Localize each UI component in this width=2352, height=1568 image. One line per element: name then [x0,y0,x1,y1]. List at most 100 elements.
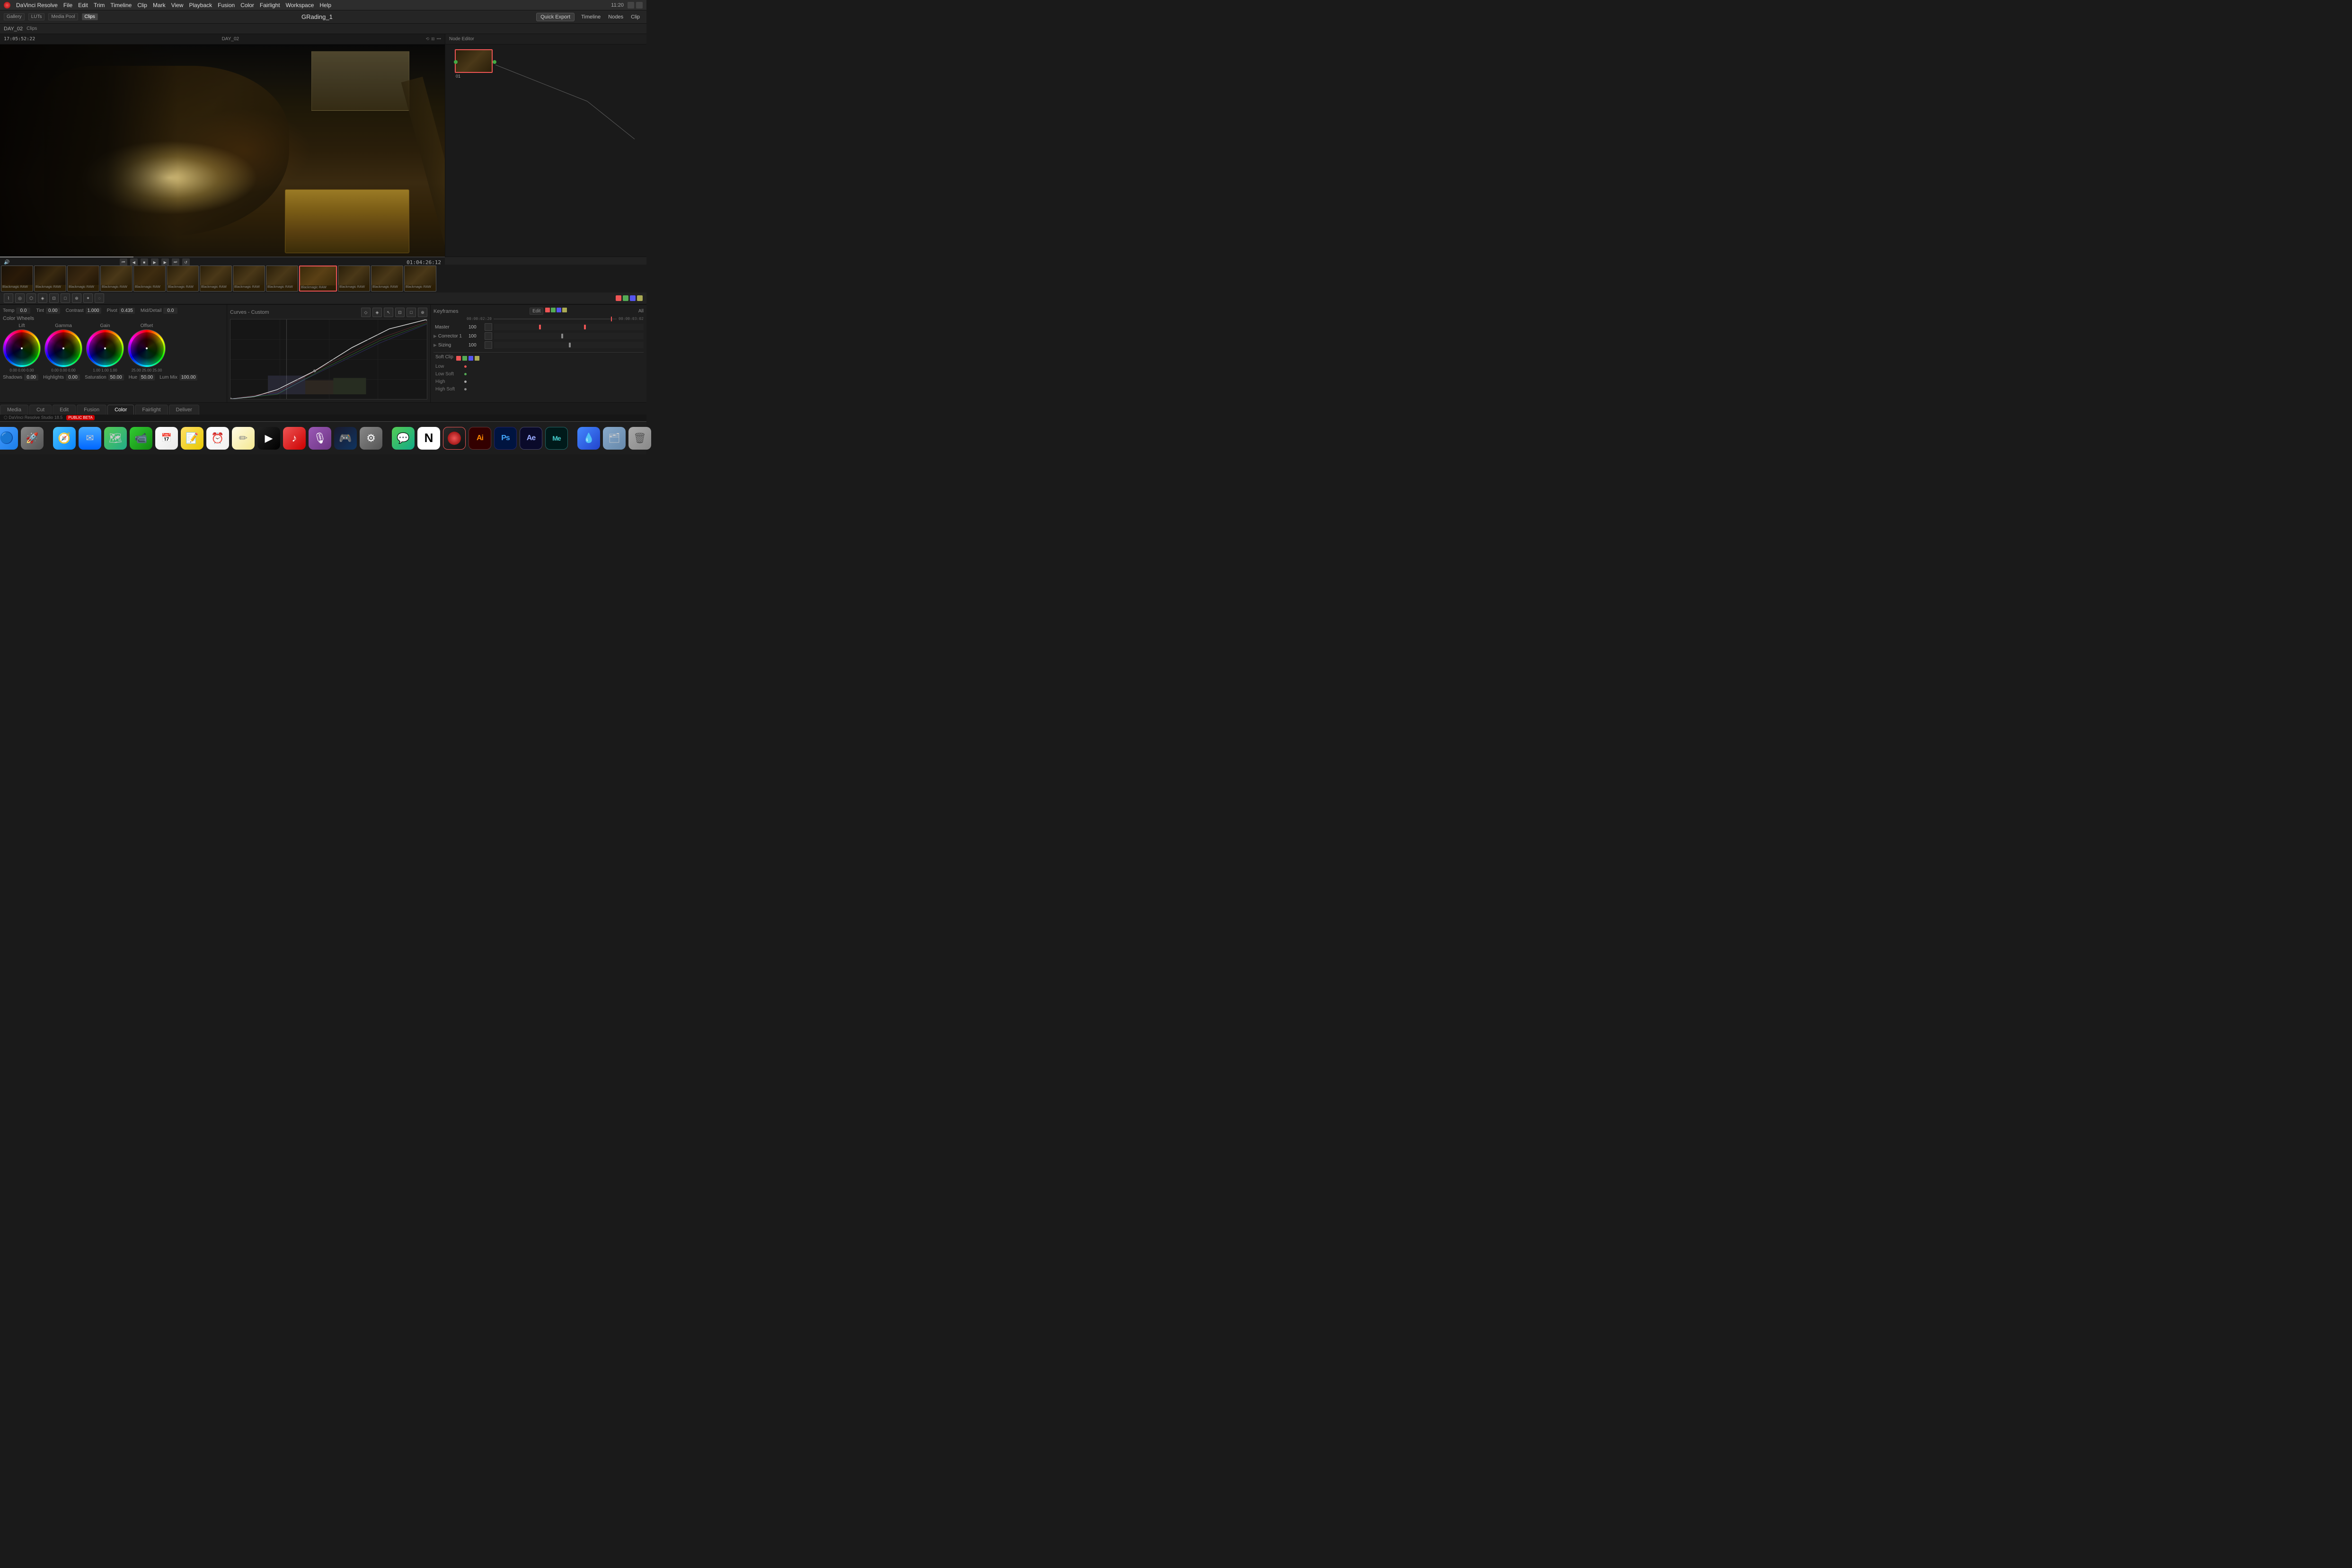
grade-tool-hue-sat[interactable]: ◎ [15,293,25,303]
tab-color[interactable]: Color [107,405,134,415]
grade-tool-magic-mask[interactable]: ✦ [83,293,93,303]
nodes-view-btn[interactable]: Nodes [605,13,626,21]
offset-wheel-outer[interactable] [128,329,166,367]
kf-yellow-btn[interactable] [562,308,567,312]
temp-value[interactable]: 0.0 [16,308,30,314]
curve-point-0[interactable] [230,398,232,399]
clips-btn[interactable]: Clips [82,13,98,20]
grade-tool-color-warp[interactable]: ⬡ [27,293,36,303]
viewer-tool-2[interactable]: ⊞ [431,36,435,42]
kf-all-btn[interactable]: All [638,309,644,314]
gamma-wheel-outer[interactable] [44,329,82,367]
tab-cut[interactable]: Cut [29,405,52,415]
curves-tool-5[interactable]: □ [407,308,416,317]
clip-8[interactable]: Blackmagic RAW [266,266,298,292]
kf-corrector-expand[interactable] [485,332,492,340]
dock-launchpad[interactable]: 🚀 [21,427,44,450]
mid-detail-value[interactable]: 0.0 [163,308,177,314]
clip-1[interactable]: Blackmagic RAW [34,266,66,292]
bin-label[interactable]: DAY_02 [4,26,23,32]
tab-fusion[interactable]: Fusion [77,405,106,415]
battery-icon[interactable] [636,2,643,9]
curve-point-2[interactable] [425,319,427,321]
node-input-dot[interactable] [454,60,458,64]
tab-deliver[interactable]: Deliver [169,405,199,415]
clip-7[interactable]: Blackmagic RAW [233,266,265,292]
dock-finder2[interactable]: 🗂 [603,427,626,450]
curve-point-1[interactable] [313,370,316,372]
menu-fusion[interactable]: Fusion [218,2,235,9]
menu-mark[interactable]: Mark [153,2,166,9]
menu-file[interactable]: File [63,2,72,9]
shadows-value[interactable]: 0.00 [24,374,38,381]
clip-12[interactable]: Blackmagic RAW [404,266,436,292]
clip-view-btn[interactable]: Clip [628,13,643,21]
clip-3[interactable]: Blackmagic RAW [100,266,133,292]
curves-canvas[interactable] [230,319,427,399]
sc-green-btn[interactable] [462,356,467,361]
menu-fairlight[interactable]: Fairlight [260,2,280,9]
skip-start-btn[interactable]: ⏮ [120,258,127,266]
menu-color[interactable]: Color [240,2,254,9]
sc-yellow-btn[interactable] [475,356,479,361]
kf-blue-btn[interactable] [557,308,561,312]
tint-value[interactable]: 0.00 [46,308,60,314]
dock-adobe-ai[interactable]: Ai [469,427,491,450]
menu-playback[interactable]: Playback [189,2,212,9]
clip-4[interactable]: Blackmagic RAW [133,266,166,292]
play-btn[interactable]: ▶ [151,258,159,266]
media-pool-btn[interactable]: Media Pool [48,13,78,20]
color-btn-blue[interactable] [630,295,636,301]
kf-red-btn[interactable] [545,308,550,312]
dock-eyedrop[interactable]: 💧 [577,427,600,450]
quick-export-button[interactable]: Quick Export [536,13,575,21]
menu-edit[interactable]: Edit [78,2,88,9]
dock-music[interactable]: ♪ [283,427,306,450]
dock-reminders[interactable]: ⏰ [206,427,229,450]
kf-sizing-value[interactable]: 100 [469,343,483,348]
viewer-tool-3[interactable]: ••• [437,36,441,42]
dock-mail[interactable]: ✉ [79,427,101,450]
clip-10[interactable]: Blackmagic RAW [338,266,370,292]
sc-blue-btn[interactable] [469,356,473,361]
dock-messages[interactable]: 💬 [392,427,415,450]
color-btn-red[interactable] [616,295,621,301]
timeline-view-btn[interactable]: Timeline [578,13,603,21]
dock-calendar[interactable]: 📅 [155,427,178,450]
menu-davinci-resolve[interactable]: DaVinci Resolve [16,2,58,9]
clip-11[interactable]: Blackmagic RAW [371,266,403,292]
tab-fairlight[interactable]: Fairlight [135,405,168,415]
grade-tool-qualifier[interactable]: ⊡ [49,293,59,303]
curves-tool-2[interactable]: ◈ [372,308,382,317]
grade-tool-tracker[interactable]: ⊕ [72,293,81,303]
dock-appletv[interactable]: ▶ [257,427,280,450]
next-frame-btn[interactable]: ▶ [161,258,169,266]
pivot-value[interactable]: 0.435 [119,308,135,314]
tab-edit[interactable]: Edit [53,405,76,415]
prev-frame-btn[interactable]: ◀ [130,258,138,266]
menu-timeline[interactable]: Timeline [110,2,132,9]
clip-6[interactable]: Blackmagic RAW [200,266,232,292]
dock-freeform[interactable]: ✏ [232,427,255,450]
curves-tool-1[interactable]: ◇ [361,308,371,317]
curves-tool-4[interactable]: ⊡ [395,308,405,317]
viewer-tool-1[interactable]: ⟲ [425,36,429,42]
saturation-value[interactable]: 50.00 [108,374,124,381]
dock-maps[interactable]: 🗺 [104,427,127,450]
timeline-tracks[interactable]: Blackmagic RAW Blackmagic RAW Blackmagic… [0,265,646,292]
grade-tool-motionvfx[interactable]: ◈ [38,293,47,303]
loop-btn[interactable]: ↺ [182,258,190,266]
lift-wheel-outer[interactable] [3,329,41,367]
kf-sizing-expand[interactable] [485,341,492,349]
skip-end-btn[interactable]: ⏭ [172,258,179,266]
dock-trash[interactable]: 🗑 [628,427,651,450]
dock-safari[interactable]: 🧭 [53,427,76,450]
menu-view[interactable]: View [171,2,184,9]
node-thumbnail[interactable] [455,49,493,73]
dock-adobe-me[interactable]: Me [545,427,568,450]
dock-facetime[interactable]: 📹 [130,427,152,450]
dock-adobe-ps[interactable]: Ps [494,427,517,450]
grade-tool-blur[interactable]: ◌ [95,293,104,303]
dock-davinci[interactable] [443,427,466,450]
kf-corrector-area[interactable] [494,333,644,339]
